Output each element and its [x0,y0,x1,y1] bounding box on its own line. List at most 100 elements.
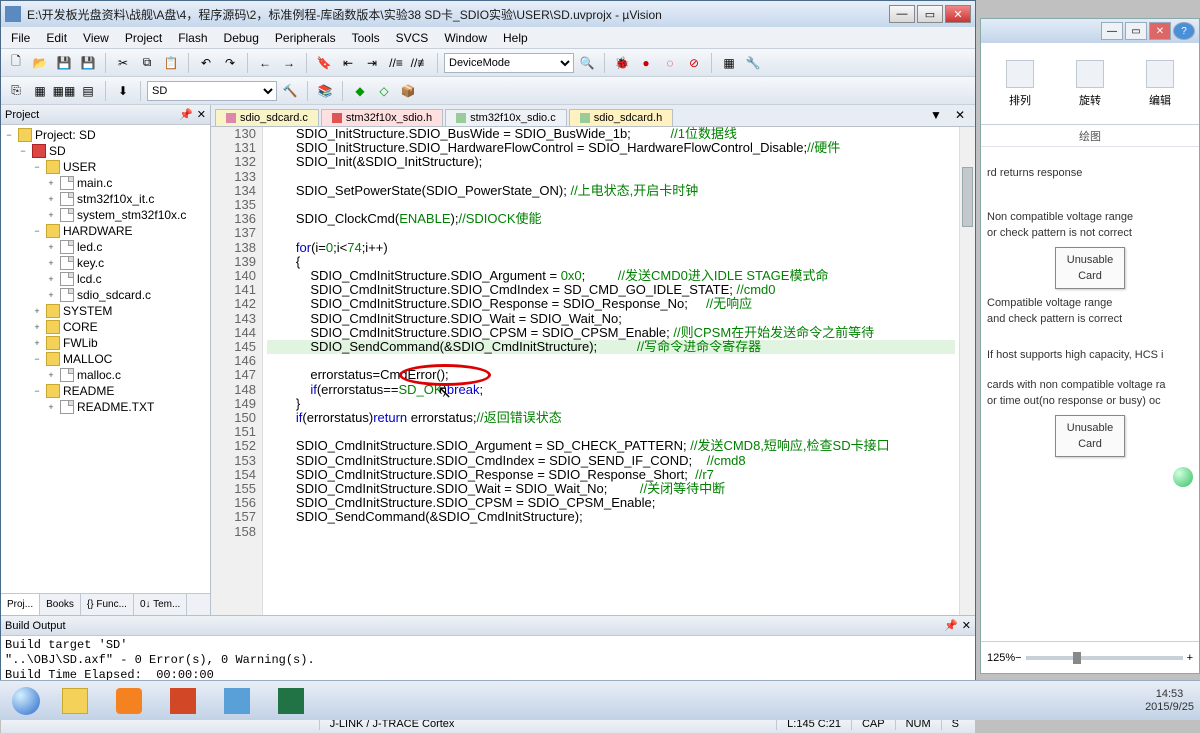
assistant-orb-icon[interactable] [1173,467,1193,487]
target-node[interactable]: − SD [3,143,208,159]
group-core[interactable]: +CORE [3,319,208,335]
debug-button[interactable]: 🐞 [611,52,633,74]
new-button[interactable]: 🗋 [5,52,27,74]
start-button[interactable] [6,685,46,717]
file-system_stm32f10x-c[interactable]: +system_stm32f10x.c [3,207,208,223]
configure-button[interactable]: 🔧 [742,52,764,74]
pin-icon[interactable]: 📌 [944,619,958,632]
group-system[interactable]: +SYSTEM [3,303,208,319]
download-button[interactable]: ⬇ [112,80,134,102]
code-body[interactable]: SDIO_InitStructure.SDIO_BusWide = SDIO_B… [263,127,959,615]
nav-fwd-button[interactable]: → [278,52,300,74]
scroll-thumb[interactable] [962,167,973,227]
translate-button[interactable]: ⎘ [5,80,27,102]
tab-stm32f10x-sdio-h[interactable]: stm32f10x_sdio.h [321,109,443,126]
code-view[interactable]: 130 131 132 133 134 135 136 137 138 139 … [211,127,975,615]
group-user[interactable]: −USER [3,159,208,175]
undo-button[interactable]: ↶ [195,52,217,74]
group-readme[interactable]: −README [3,383,208,399]
zoom-in-icon[interactable]: + [1187,652,1193,664]
group-fwlib[interactable]: +FWLib [3,335,208,351]
file-led-c[interactable]: +led.c [3,239,208,255]
disable-bp-button[interactable]: ◌ [659,52,681,74]
tool-edit[interactable]: 编辑 [1146,60,1174,108]
tab-templates[interactable]: 0↓ Tem... [134,594,187,615]
help-icon[interactable]: ? [1173,22,1195,40]
zoom-out-icon[interactable]: − [1015,652,1021,664]
rebuild-button[interactable]: ▦▦ [53,80,75,102]
file-stm32f10x_it-c[interactable]: +stm32f10x_it.c [3,191,208,207]
minimize-button[interactable]: — [889,5,915,23]
task-app2[interactable] [212,685,262,717]
menu-flash[interactable]: Flash [170,29,215,47]
tab-sdio-sdcard-c[interactable]: sdio_sdcard.c [215,109,319,126]
close-button[interactable]: ✕ [945,5,971,23]
tab-stm32f10x-sdio-c[interactable]: stm32f10x_sdio.c [445,109,567,126]
open-button[interactable]: 📂 [29,52,51,74]
file-lcd-c[interactable]: +lcd.c [3,271,208,287]
find-button[interactable]: 🔍 [576,52,598,74]
build-button[interactable]: ▦ [29,80,51,102]
task-powerpoint[interactable] [158,685,208,717]
device-mode-combo[interactable]: DeviceMode [444,53,574,73]
target-combo[interactable]: SD [147,81,277,101]
tab-close-button[interactable]: ✕ [949,104,971,126]
cut-button[interactable]: ✂ [112,52,134,74]
flow-box-unusable-2[interactable]: Unusable Card [1055,415,1125,457]
pack-button[interactable]: 📦 [397,80,419,102]
menu-svcs[interactable]: SVCS [388,29,437,47]
tool-arrange[interactable]: 排列 [1006,60,1034,108]
target-options-button[interactable]: 🔨 [279,80,301,102]
flow-box-unusable[interactable]: Unusable Card [1055,247,1125,289]
task-explorer[interactable] [50,685,100,717]
file-README-TXT[interactable]: +README.TXT [3,399,208,415]
indent-left-button[interactable]: ⇤ [337,52,359,74]
menu-debug[interactable]: Debug [216,29,267,47]
nav-back-button[interactable]: ← [254,52,276,74]
remove-file-button[interactable]: ◇ [373,80,395,102]
kill-bp-button[interactable]: ⊘ [683,52,705,74]
group-malloc[interactable]: −MALLOC [3,351,208,367]
manage-button[interactable]: 📚 [314,80,336,102]
file-sdio_sdcard-c[interactable]: +sdio_sdcard.c [3,287,208,303]
panel-close-icon[interactable]: ✕ [962,619,971,632]
panel-close-icon[interactable]: ✕ [197,108,206,121]
tool-rotate[interactable]: 旋转 [1076,60,1104,108]
copy-button[interactable]: ⧉ [136,52,158,74]
menu-file[interactable]: File [3,29,38,47]
batch-build-button[interactable]: ▤ [77,80,99,102]
menu-edit[interactable]: Edit [38,29,75,47]
tab-functions[interactable]: {} Func... [81,594,134,615]
clock[interactable]: 14:53 2015/9/25 [1145,688,1194,714]
file-key-c[interactable]: +key.c [3,255,208,271]
editor-scrollbar[interactable] [959,127,975,615]
comment-button[interactable]: //≡ [385,52,407,74]
menu-view[interactable]: View [75,29,117,47]
window-layout-button[interactable]: ▦ [718,52,740,74]
tab-sdio-sdcard-h[interactable]: sdio_sdcard.h [569,109,674,126]
file-malloc-c[interactable]: +malloc.c [3,367,208,383]
task-excel[interactable] [266,685,316,717]
uncomment-button[interactable]: //≢ [409,52,431,74]
bookmark-button[interactable]: 🔖 [313,52,335,74]
task-app1[interactable] [104,685,154,717]
tab-dropdown-button[interactable]: ▼ [925,104,947,126]
paste-button[interactable]: 📋 [160,52,182,74]
menu-project[interactable]: Project [117,29,170,47]
side-maximize-button[interactable]: ▭ [1125,22,1147,40]
insert-file-button[interactable]: ◆ [349,80,371,102]
saveall-button[interactable]: 💾 [77,52,99,74]
menu-window[interactable]: Window [436,29,495,47]
file-main-c[interactable]: +main.c [3,175,208,191]
save-button[interactable]: 💾 [53,52,75,74]
tab-books[interactable]: Books [40,594,81,615]
indent-right-button[interactable]: ⇥ [361,52,383,74]
document-canvas[interactable]: rd returns response Non compatible volta… [981,147,1199,587]
project-tree[interactable]: − Project: SD − SD −USER+main.c+stm32f10… [1,125,210,593]
menu-help[interactable]: Help [495,29,536,47]
side-minimize-button[interactable]: — [1101,22,1123,40]
maximize-button[interactable]: ▭ [917,5,943,23]
group-hardware[interactable]: −HARDWARE [3,223,208,239]
tab-project[interactable]: Proj... [1,594,40,615]
menu-peripherals[interactable]: Peripherals [267,29,344,47]
